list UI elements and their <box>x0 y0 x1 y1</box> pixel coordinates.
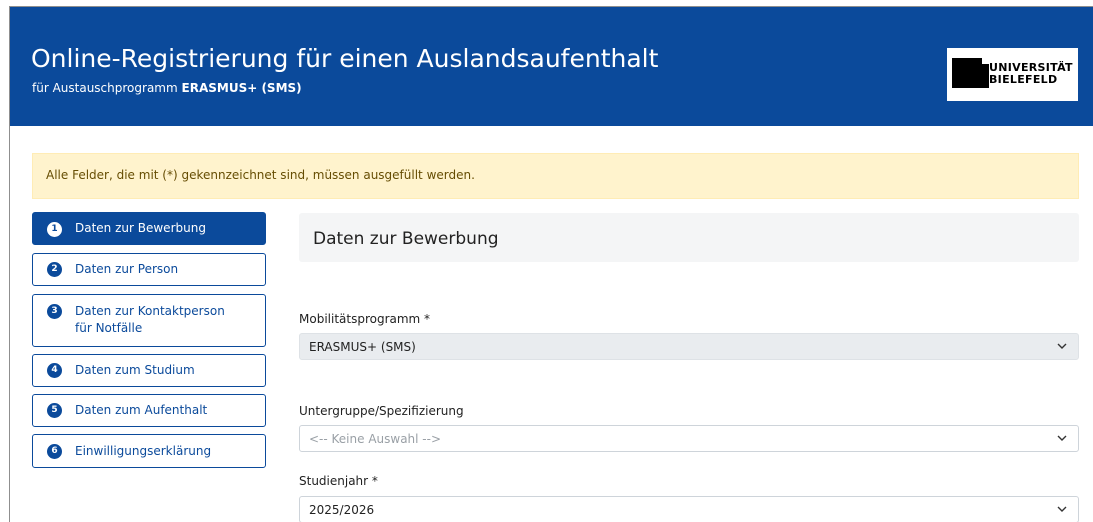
section-title: Daten zur Bewerbung <box>313 229 499 249</box>
step-label-line2: für Notfälle <box>75 321 143 335</box>
step-label: Daten zum Aufenthalt <box>75 403 208 417</box>
mobility-program-label: Mobilitätsprogramm * <box>299 312 431 326</box>
subtitle-program: ERASMUS+ (SMS) <box>181 81 302 95</box>
step-label: Daten zur Person <box>75 262 179 276</box>
step-item-aufenthalt[interactable]: 5 Daten zum Aufenthalt <box>32 394 266 427</box>
subgroup-value: <-- Keine Auswahl --> <box>309 432 442 446</box>
step-label-line1: Daten zur Kontaktperson <box>75 304 225 318</box>
app-window: Online-Registrierung für einen Auslandsa… <box>9 6 1093 522</box>
step-label: Einwilligungserklärung <box>75 444 212 458</box>
study-year-label: Studienjahr * <box>299 474 378 488</box>
required-fields-alert: Alle Felder, die mit (*) gekennzeichnet … <box>32 153 1079 199</box>
study-year-select[interactable]: 2025/2026 <box>299 496 1079 522</box>
subgroup-select[interactable]: <-- Keine Auswahl --> <box>299 425 1079 452</box>
section-header: Daten zur Bewerbung <box>299 213 1079 262</box>
step-item-person[interactable]: 2 Daten zur Person <box>32 253 266 286</box>
mobility-program-value: ERASMUS+ (SMS) <box>309 340 416 354</box>
logo-line2: BIELEFELD <box>989 73 1058 86</box>
step-item-studium[interactable]: 4 Daten zum Studium <box>32 354 266 387</box>
step-item-kontaktperson[interactable]: 3 Daten zur Kontaktperson für Notfälle <box>32 294 266 347</box>
step-item-bewerbung[interactable]: 1 Daten zur Bewerbung <box>32 212 266 245</box>
university-logo[interactable]: UNIVERSITÄT BIELEFELD <box>947 48 1078 101</box>
chevron-down-icon <box>1057 435 1067 441</box>
step-number: 4 <box>47 363 62 378</box>
chevron-down-icon <box>1057 343 1067 349</box>
study-year-value: 2025/2026 <box>309 503 375 517</box>
subtitle-prefix: für Austauschprogramm <box>32 81 178 95</box>
step-number: 3 <box>47 304 62 319</box>
logo-mark-icon <box>952 58 989 88</box>
page-header: Online-Registrierung für einen Auslandsa… <box>10 7 1093 126</box>
step-label: Daten zum Studium <box>75 363 195 377</box>
page-title: Online-Registrierung für einen Auslandsa… <box>31 44 659 73</box>
step-number: 2 <box>47 262 62 277</box>
step-number: 6 <box>47 444 62 459</box>
step-number: 1 <box>47 222 62 237</box>
subgroup-label: Untergruppe/Spezifizierung <box>299 404 464 418</box>
logo-text: UNIVERSITÄT BIELEFELD <box>989 62 1073 86</box>
step-number: 5 <box>47 403 62 418</box>
step-label: Daten zur Kontaktperson für Notfälle <box>75 303 225 337</box>
step-label: Daten zur Bewerbung <box>75 221 206 235</box>
mobility-program-select[interactable]: ERASMUS+ (SMS) <box>299 333 1079 360</box>
page-subtitle: für Austauschprogramm ERASMUS+ (SMS) <box>32 81 302 95</box>
chevron-down-icon <box>1057 506 1067 512</box>
step-item-einwilligung[interactable]: 6 Einwilligungserklärung <box>32 434 266 468</box>
